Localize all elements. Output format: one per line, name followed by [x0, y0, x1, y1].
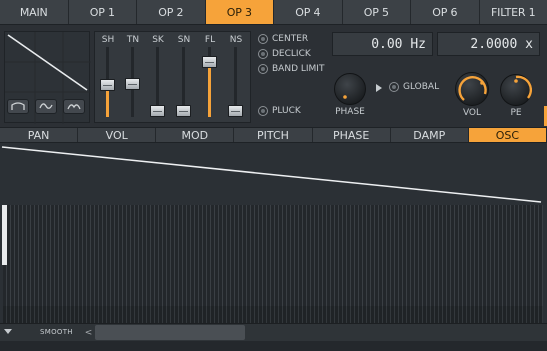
slider-handle[interactable]	[176, 105, 191, 117]
tab-op-1[interactable]: OP 1	[68, 0, 137, 24]
tab-op-4[interactable]: OP 4	[274, 0, 343, 24]
slider-sh[interactable]: SH	[95, 32, 121, 122]
vol-knob-label: VOL	[462, 108, 482, 118]
slider-sn[interactable]: SN	[171, 32, 197, 122]
tab-phase[interactable]: PHASE	[313, 128, 391, 142]
slider-fill	[208, 67, 211, 117]
slider-label: SH	[101, 35, 115, 45]
slider-sk[interactable]: SK	[145, 32, 171, 122]
modulation-tab-bar: PAN VOL MOD PITCH PHASE DAMP OSC	[0, 127, 547, 143]
horizontal-scrollbar-thumb[interactable]	[95, 325, 245, 340]
radio-indicator	[258, 106, 268, 116]
declick-toggle[interactable]: DECLICK	[258, 47, 311, 61]
band-limit-label: BAND LIMIT	[272, 64, 325, 74]
saw-shape-button[interactable]	[7, 99, 29, 114]
radio-indicator	[258, 34, 268, 44]
smooth-label[interactable]: SMOOTH	[40, 328, 73, 336]
shape-sliders-panel: SH TN SK SN FL NS	[94, 31, 251, 123]
tab-pitch[interactable]: PITCH	[234, 128, 313, 142]
vol-knob-arc	[458, 76, 487, 101]
oscillator-curve	[1, 146, 542, 203]
tab-op-5[interactable]: OP 5	[342, 0, 411, 24]
tab-op-2[interactable]: OP 2	[137, 0, 206, 24]
pluck-label: PLUCK	[272, 106, 301, 116]
tab-mod[interactable]: MOD	[156, 128, 235, 142]
slider-label: FL	[204, 35, 216, 45]
tab-op-3[interactable]: OP 3	[205, 0, 274, 24]
sine-shape-icon	[39, 103, 53, 109]
ratio-display[interactable]: 2.0000 x	[437, 32, 540, 56]
pe-knob-label: PE	[510, 108, 522, 118]
radio-indicator	[258, 49, 268, 59]
slider-handle[interactable]	[228, 105, 243, 117]
step-editor-base	[3, 306, 543, 323]
slider-label: TN	[126, 35, 140, 45]
vol-knob[interactable]	[455, 72, 489, 106]
tab-vol[interactable]: VOL	[78, 128, 157, 142]
pe-knob[interactable]	[500, 74, 532, 106]
radio-indicator	[389, 82, 399, 92]
chevron-left-icon[interactable]: <	[82, 325, 95, 340]
global-label: GLOBAL	[403, 82, 440, 92]
band-limit-toggle[interactable]: BAND LIMIT	[258, 62, 324, 76]
graph-toolbar: SMOOTH <	[0, 323, 547, 341]
tab-filter-1[interactable]: FILTER 1	[479, 0, 547, 24]
pe-knob-arc	[514, 75, 532, 99]
slider-label: NS	[229, 35, 243, 45]
slider-fill	[106, 90, 109, 117]
step-cursor	[2, 205, 7, 265]
tab-osc[interactable]: OSC	[468, 128, 547, 142]
slider-label: SK	[152, 35, 164, 45]
slider-fl[interactable]: FL	[197, 32, 223, 122]
global-toggle[interactable]: GLOBAL	[389, 80, 439, 94]
wave-shape-button[interactable]	[63, 99, 85, 114]
tab-damp[interactable]: DAMP	[391, 128, 469, 142]
slider-tn[interactable]: TN	[120, 32, 146, 122]
tab-op-6[interactable]: OP 6	[411, 0, 480, 24]
slider-handle[interactable]	[202, 55, 217, 68]
slider-handle[interactable]	[125, 77, 140, 90]
phase-knob-label: PHASE	[335, 107, 365, 117]
phase-knob[interactable]	[334, 73, 366, 105]
operator-tab-bar: MAIN OP 1 OP 2 OP 3 OP 4 OP 5 OP 6 FILTE…	[0, 0, 547, 25]
footer-strip	[0, 341, 547, 351]
pluck-toggle[interactable]: PLUCK	[258, 104, 301, 118]
chevron-right-icon[interactable]	[375, 84, 383, 92]
wave-shape-icon	[67, 104, 81, 110]
saw-shape-icon	[11, 102, 25, 110]
frequency-display[interactable]: 0.00 Hz	[332, 32, 433, 56]
slider-label: SN	[177, 35, 191, 45]
oscillator-graph[interactable]	[0, 143, 547, 323]
step-editor-bars[interactable]	[3, 205, 543, 306]
slider-ns[interactable]: NS	[223, 32, 249, 122]
center-toggle[interactable]: CENTER	[258, 32, 308, 46]
radio-indicator	[258, 64, 268, 74]
slider-handle[interactable]	[100, 78, 115, 91]
tab-pan[interactable]: PAN	[0, 128, 79, 142]
phase-knob-indicator	[343, 95, 347, 99]
slider-handle[interactable]	[150, 105, 165, 117]
chevron-down-icon[interactable]	[4, 329, 12, 334]
sine-shape-button[interactable]	[35, 99, 57, 114]
tab-main[interactable]: MAIN	[0, 0, 69, 24]
center-label: CENTER	[272, 34, 309, 44]
declick-label: DECLICK	[272, 49, 311, 59]
